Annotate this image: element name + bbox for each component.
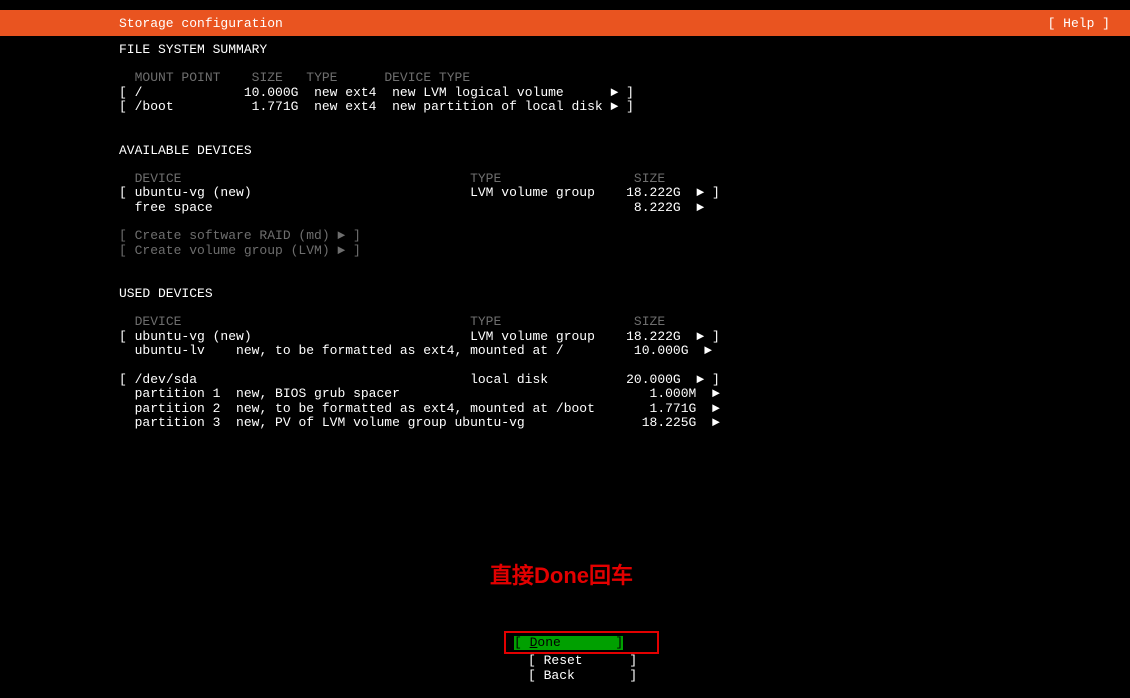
- used-title: USED DEVICES: [119, 286, 1130, 301]
- avail-row[interactable]: [ ubuntu-vg (new) LVM volume group 18.22…: [119, 186, 1130, 201]
- used-row[interactable]: [ /dev/sda local disk 20.000G ► ]: [119, 373, 1130, 388]
- header-bar: Storage configuration [ Help ]: [0, 10, 1130, 36]
- chevron-right-icon: ►: [611, 99, 619, 114]
- avail-header: DEVICE TYPE SIZE: [119, 172, 1130, 187]
- create-raid-option[interactable]: [ Create software RAID (md) ► ]: [119, 229, 1130, 244]
- annotation-text: 直接Done回车: [490, 558, 633, 590]
- help-link[interactable]: [ Help ]: [1048, 16, 1110, 31]
- used-row[interactable]: partition 3 new, PV of LVM volume group …: [119, 416, 1130, 431]
- done-button[interactable]: [ Done ]: [514, 636, 623, 650]
- chevron-right-icon: ►: [712, 415, 720, 430]
- avail-row[interactable]: free space 8.222G ►: [119, 201, 1130, 216]
- chevron-right-icon: ►: [611, 85, 619, 100]
- reset-button[interactable]: [ Reset ]: [504, 654, 659, 669]
- used-row[interactable]: partition 2 new, to be formatted as ext4…: [119, 402, 1130, 417]
- chevron-right-icon: ►: [696, 200, 704, 215]
- chevron-right-icon: ►: [712, 386, 720, 401]
- chevron-right-icon: ►: [696, 185, 704, 200]
- create-lvm-option[interactable]: [ Create volume group (LVM) ► ]: [119, 244, 1130, 259]
- annotation-highlight-box: [ Done ]: [504, 631, 659, 654]
- used-header: DEVICE TYPE SIZE: [119, 315, 1130, 330]
- fss-header: MOUNT POINT SIZE TYPE DEVICE TYPE: [119, 71, 1130, 86]
- avail-title: AVAILABLE DEVICES: [119, 143, 1130, 158]
- button-group: [ Done ] [ Reset ] [ Back ]: [504, 631, 659, 683]
- fss-row[interactable]: [ / 10.000G new ext4 new LVM logical vol…: [119, 86, 1130, 101]
- back-button[interactable]: [ Back ]: [504, 669, 659, 684]
- used-row[interactable]: partition 1 new, BIOS grub spacer 1.000M…: [119, 387, 1130, 402]
- chevron-right-icon: ►: [712, 401, 720, 416]
- used-row[interactable]: ubuntu-lv new, to be formatted as ext4, …: [119, 344, 1130, 359]
- fss-row[interactable]: [ /boot 1.771G new ext4 new partition of…: [119, 100, 1130, 115]
- fss-title: FILE SYSTEM SUMMARY: [119, 42, 1130, 57]
- chevron-right-icon: ►: [704, 343, 712, 358]
- chevron-right-icon: ►: [696, 372, 704, 387]
- page-title: Storage configuration: [119, 16, 283, 31]
- chevron-right-icon: ►: [696, 329, 704, 344]
- used-row[interactable]: [ ubuntu-vg (new) LVM volume group 18.22…: [119, 330, 1130, 345]
